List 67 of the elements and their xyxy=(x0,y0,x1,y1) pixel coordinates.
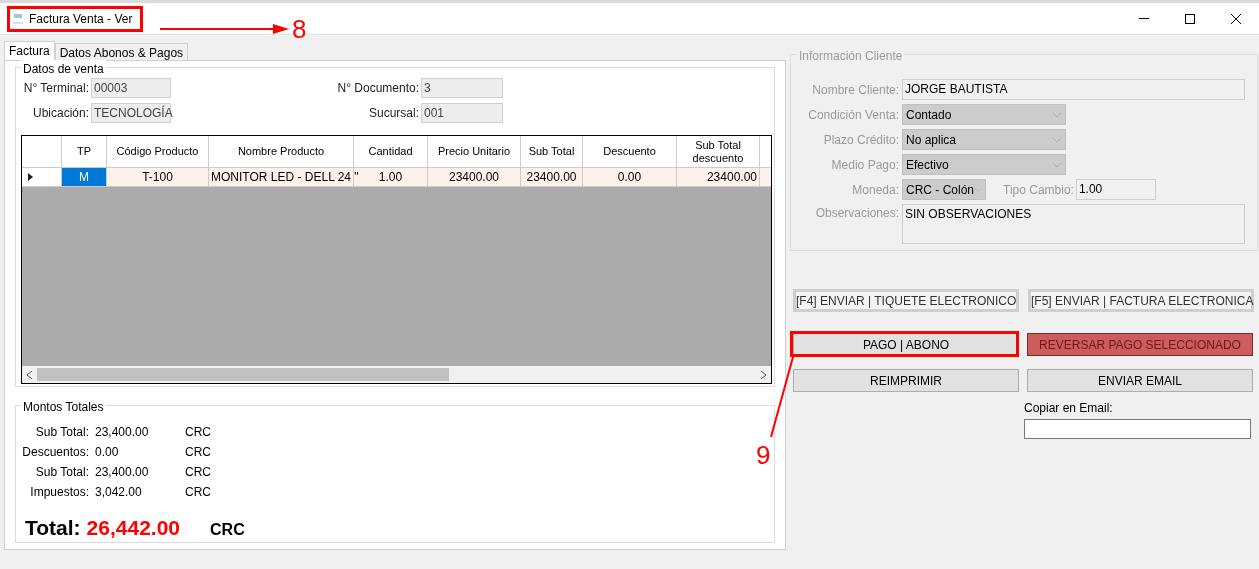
chevron-down-icon xyxy=(1052,161,1062,168)
close-icon xyxy=(1231,13,1241,24)
app-icon xyxy=(13,12,23,25)
grand-total-label: Total: xyxy=(25,515,81,541)
chevron-down-icon xyxy=(1052,136,1062,143)
annotation-number: 8 xyxy=(292,15,307,43)
column-header[interactable]: Sub Total xyxy=(521,136,583,167)
column-header[interactable]: Código Producto xyxy=(107,136,209,167)
field-label: N° Documento: xyxy=(336,80,419,97)
chevron-down-icon xyxy=(1052,111,1062,118)
field-label: Ubicación: xyxy=(31,105,89,122)
scroll-left-icon xyxy=(27,370,32,379)
minimize-icon xyxy=(1139,18,1149,19)
total-label: Descuentos: xyxy=(21,444,89,460)
input-field[interactable]: 3 xyxy=(421,78,503,98)
total-value: 0.00 xyxy=(95,444,120,461)
field-label: Plazo Crédito: xyxy=(822,131,899,149)
annotation-number: 9 xyxy=(756,441,771,469)
table-cell: M xyxy=(62,168,107,186)
scroll-right-icon xyxy=(761,370,766,379)
field-label: Condición Venta: xyxy=(807,106,899,124)
tab[interactable]: Factura xyxy=(4,41,55,60)
field-label: Tipo Cambio: xyxy=(1003,181,1074,199)
currency-label: CRC xyxy=(185,424,211,441)
column-header[interactable]: Descuento xyxy=(583,136,677,167)
maximize-icon xyxy=(1185,13,1195,24)
currency-label: CRC xyxy=(185,484,211,501)
field-label: Medio Pago: xyxy=(830,156,899,174)
table-cell: 23400.00 xyxy=(677,168,760,186)
total-value: 23,400.00 xyxy=(95,464,150,481)
field-label: Observaciones: xyxy=(814,205,899,222)
column-header[interactable]: TP xyxy=(62,136,107,167)
field-label: N° Terminal: xyxy=(22,80,89,97)
column-header[interactable]: Cantidad xyxy=(354,136,428,167)
action-button[interactable]: ENVIAR EMAIL xyxy=(1027,369,1253,392)
grand-total-value: 26,442.00 xyxy=(86,515,181,541)
table-cell: 23400.00 xyxy=(521,168,583,186)
currency-label: CRC xyxy=(210,520,245,540)
table-cell: 0.00 xyxy=(583,168,677,186)
table-cell: T-100 xyxy=(107,168,209,186)
window-title: Factura Venta - Ver xyxy=(29,11,133,26)
input-field[interactable]: 00003 xyxy=(91,78,171,98)
total-label: Impuestos: xyxy=(29,484,89,500)
scroll-thumb[interactable] xyxy=(37,368,449,381)
field-label: Sucursal: xyxy=(367,105,419,122)
input-field[interactable]: TECNOLOGÍA xyxy=(91,103,171,123)
action-button[interactable]: [F4] ENVIAR | TIQUETE ELECTRONICO xyxy=(793,289,1019,312)
currency-label: CRC xyxy=(185,444,211,461)
tab[interactable]: Datos Abonos & Pagos xyxy=(54,43,189,60)
field-label: Copiar en Email: xyxy=(1024,400,1114,417)
total-value: 3,042.00 xyxy=(95,484,143,501)
input-field[interactable]: 001 xyxy=(421,103,503,123)
total-label: Sub Total: xyxy=(34,464,89,480)
field-label: Moneda: xyxy=(851,181,899,199)
row-header[interactable] xyxy=(22,168,62,186)
action-button[interactable]: REIMPRIMIR xyxy=(793,369,1019,392)
table-cell: 23400.00 xyxy=(428,168,521,186)
field-label: Nombre Cliente: xyxy=(811,81,899,99)
total-value: 23,400.00 xyxy=(95,424,150,441)
column-header[interactable]: Sub Total descuento xyxy=(677,136,760,167)
horizontal-scrollbar[interactable] xyxy=(22,366,771,383)
input-field[interactable] xyxy=(1024,419,1251,439)
column-header[interactable]: Nombre Producto xyxy=(209,136,354,167)
total-label: Sub Total: xyxy=(34,424,89,440)
action-button[interactable]: [F5] ENVIAR | FACTURA ELECTRONICA xyxy=(1028,289,1254,312)
currency-label: CRC xyxy=(185,464,211,481)
column-header[interactable]: Precio Unitario xyxy=(428,136,521,167)
